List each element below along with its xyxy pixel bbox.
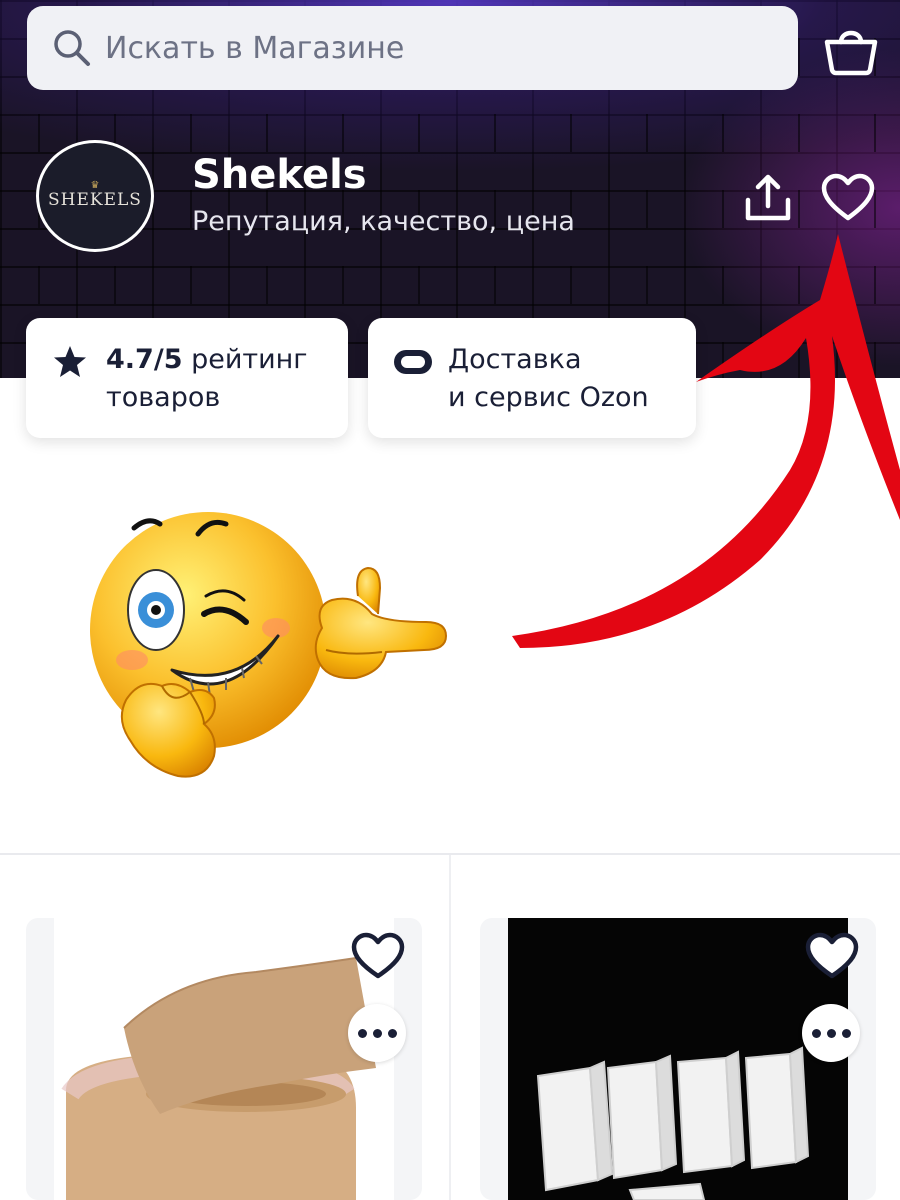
delivery-line-1: Доставка [448,344,582,375]
search-bar[interactable]: Искать в Магазине [27,6,798,90]
product-more-button[interactable] [802,1004,860,1062]
heart-icon [805,932,859,979]
heart-icon [821,173,875,221]
more-dot [357,1028,367,1038]
product-card[interactable] [26,918,422,1200]
search-icon [54,30,90,66]
rating-value: 4.7/5 [106,344,183,375]
logo-text: SHEKELS [48,190,142,210]
delivery-line-2: и сервис Ozon [448,382,649,413]
product-more-button[interactable] [348,1004,406,1062]
shopping-basket-icon [824,30,878,76]
more-dot [372,1028,382,1038]
store-slogan: Репутация, качество, цена [192,206,575,237]
star-icon [54,346,86,377]
store-name: Shekels [192,152,367,198]
favorite-store-button[interactable] [820,172,876,224]
product-favorite-button[interactable] [350,932,406,982]
delivery-badge[interactable]: Доставка и сервис Ozon [368,318,696,438]
heart-icon [351,932,405,979]
share-button[interactable] [740,172,796,224]
product-favorite-button[interactable] [804,932,860,982]
more-dot [841,1028,851,1038]
share-icon [745,174,791,221]
search-input[interactable]: Искать в Магазине [105,31,404,66]
grid-column-divider [449,855,451,1200]
more-dot [811,1028,821,1038]
more-dot [826,1028,836,1038]
rating-label: рейтинг [191,344,308,375]
store-logo[interactable]: ♛ SHEKELS [36,140,154,252]
more-dot [387,1028,397,1038]
crown-icon: ♛ [90,180,100,191]
rating-badge[interactable]: 4.7/5 рейтинг товаров [26,318,348,438]
product-card[interactable] [480,918,876,1200]
cart-button[interactable] [822,22,880,76]
ozon-logo-icon [394,350,432,374]
rating-label-2: товаров [106,382,221,413]
winking-pointing-emoji [90,512,448,778]
